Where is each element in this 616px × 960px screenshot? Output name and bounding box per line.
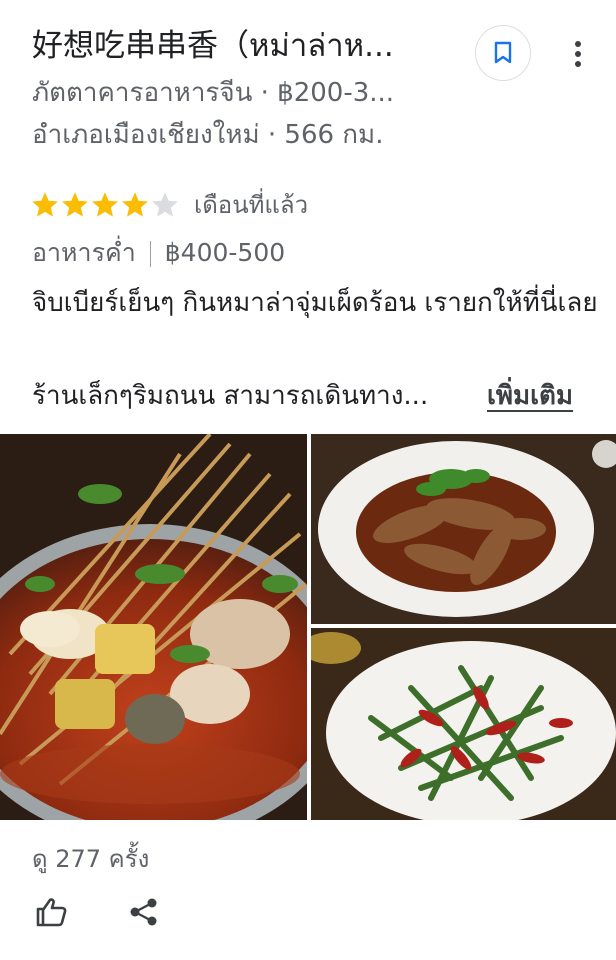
more-options-button[interactable]	[560, 32, 596, 76]
star-rating	[30, 190, 180, 220]
review-photos	[0, 434, 616, 820]
divider	[149, 241, 151, 267]
more-vert-icon	[575, 41, 581, 67]
skewers-hotpot-photo[interactable]	[0, 434, 307, 820]
share-icon	[130, 898, 157, 926]
read-more-link[interactable]: เพิ่มเติม	[487, 375, 573, 418]
star-filled-icon	[122, 192, 148, 217]
review-text: จิบเบียร์เย็นๆ กินหมาล่าจุ่มเผ็ดร้อน เรา…	[32, 288, 598, 318]
review-meal-price: อาหารค่ำ ฿400-500	[32, 234, 285, 272]
thumb-up-icon	[36, 898, 67, 927]
star-empty-icon	[152, 192, 178, 217]
price-range: ฿400-500	[164, 238, 286, 267]
bookmark-icon	[494, 41, 512, 64]
review-time: เดือนที่แล้ว	[194, 191, 309, 219]
place-location-distance: อำเภอเมืองเชียงใหม่ · 566 กม.	[32, 120, 384, 150]
place-category-price: ภัตตาคารอาหารจีน · ฿200-3...	[32, 78, 395, 108]
share-button[interactable]	[122, 890, 166, 934]
star-filled-icon	[62, 192, 88, 217]
star-filled-icon	[92, 192, 118, 217]
save-button[interactable]	[475, 25, 531, 81]
stir-fried-green-beans-photo[interactable]	[311, 628, 616, 820]
view-count: ดู 277 ครั้ง	[32, 845, 150, 873]
review-text-continued: ร้านเล็กๆริมถนน สามารถเดินทาง...	[32, 381, 429, 411]
place-title: 好想吃串串香（หม่าล่าห...	[32, 28, 394, 64]
braised-duck-neck-photo[interactable]	[311, 434, 616, 624]
meal-type: อาหารค่ำ	[32, 238, 136, 267]
star-filled-icon	[32, 192, 58, 217]
like-button[interactable]	[29, 890, 73, 934]
